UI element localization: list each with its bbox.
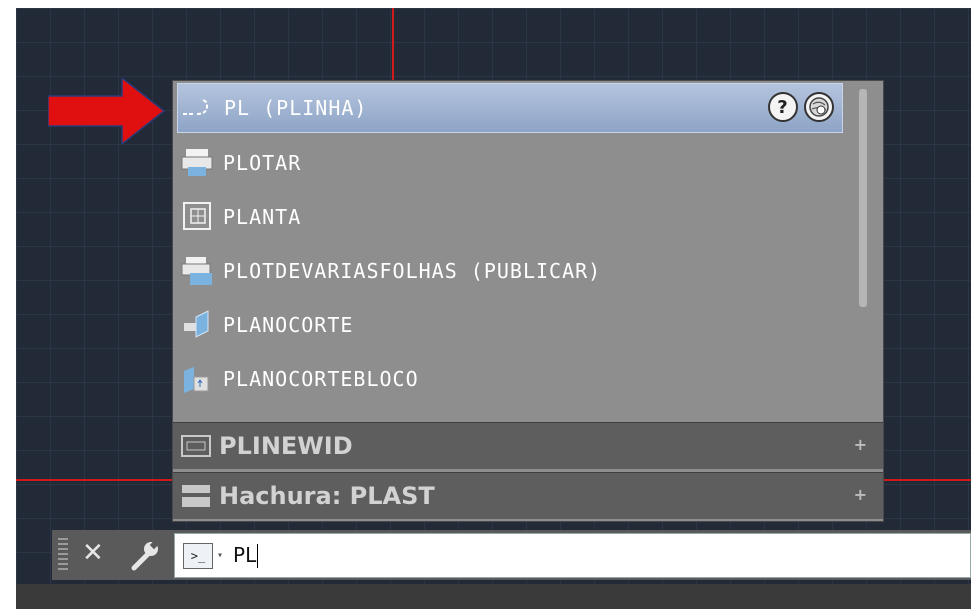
chevron-down-icon[interactable]: ▾ [217, 550, 223, 561]
section-plane-block-icon [177, 359, 217, 399]
section-label: Hachura: PLAST [219, 482, 435, 510]
help-label: ? [777, 96, 789, 118]
wrench-icon[interactable] [126, 538, 162, 572]
suggestion-label: PLANTA [223, 205, 302, 229]
section-plinewid[interactable]: PLINEWID + [173, 422, 883, 469]
suggestion-item-plotdevariasfolhas[interactable]: PLOTDEVARIASFOLHAS (PUBLICAR) [177, 247, 847, 295]
suggestion-label: PLANOCORTEBLOCO [223, 367, 419, 391]
suggestion-item-pl-plinha[interactable]: PL (PLINHA) ? [177, 83, 843, 133]
command-prompt-icon[interactable]: >_ [183, 542, 213, 569]
command-input[interactable]: >_ ▾ PL [174, 533, 971, 578]
suggestion-label: PLOTDEVARIASFOLHAS (PUBLICAR) [223, 259, 602, 283]
suggestion-item-planocorte[interactable]: PLANOCORTE [177, 301, 847, 349]
section-hachura-plast[interactable]: Hachura: PLAST + [173, 472, 883, 519]
suggestion-item-planocortebloco[interactable]: PLANOCORTEBLOCO [177, 355, 847, 403]
popup-scrollbar[interactable] [859, 89, 867, 307]
suggestion-label: PL (PLINHA) [224, 96, 368, 120]
layout-icon [177, 197, 217, 237]
text-caret [257, 544, 259, 569]
expand-icon[interactable]: + [854, 435, 867, 454]
suggestion-item-plotar[interactable]: PLOTAR [177, 139, 847, 187]
help-icon[interactable]: ? [768, 92, 798, 122]
crosshair-vertical [392, 8, 394, 88]
status-bar [16, 584, 971, 609]
printer-icon [177, 143, 217, 183]
suggestion-label: PLOTAR [223, 151, 302, 175]
suggestion-label: PLANOCORTE [223, 313, 354, 337]
section-label: PLINEWID [219, 432, 353, 460]
online-help-icon[interactable] [804, 92, 834, 122]
expand-icon[interactable]: + [854, 485, 867, 504]
command-line: ✕ >_ ▾ PL [52, 530, 971, 580]
close-icon[interactable]: ✕ [82, 538, 104, 568]
publish-icon [177, 251, 217, 291]
command-text: PL [233, 542, 257, 567]
hatch-icon [173, 483, 219, 509]
suggestion-item-planta[interactable]: PLANTA [177, 193, 847, 241]
red-arrow-annotation [48, 78, 166, 144]
autocomplete-popup: PL (PLINHA) ? PLOTAR PLANTA PLOTDEVARIAS… [172, 80, 884, 522]
section-plane-icon [177, 305, 217, 345]
system-variable-icon [173, 434, 219, 458]
polyline-icon [178, 88, 218, 128]
drag-handle[interactable] [58, 538, 68, 572]
